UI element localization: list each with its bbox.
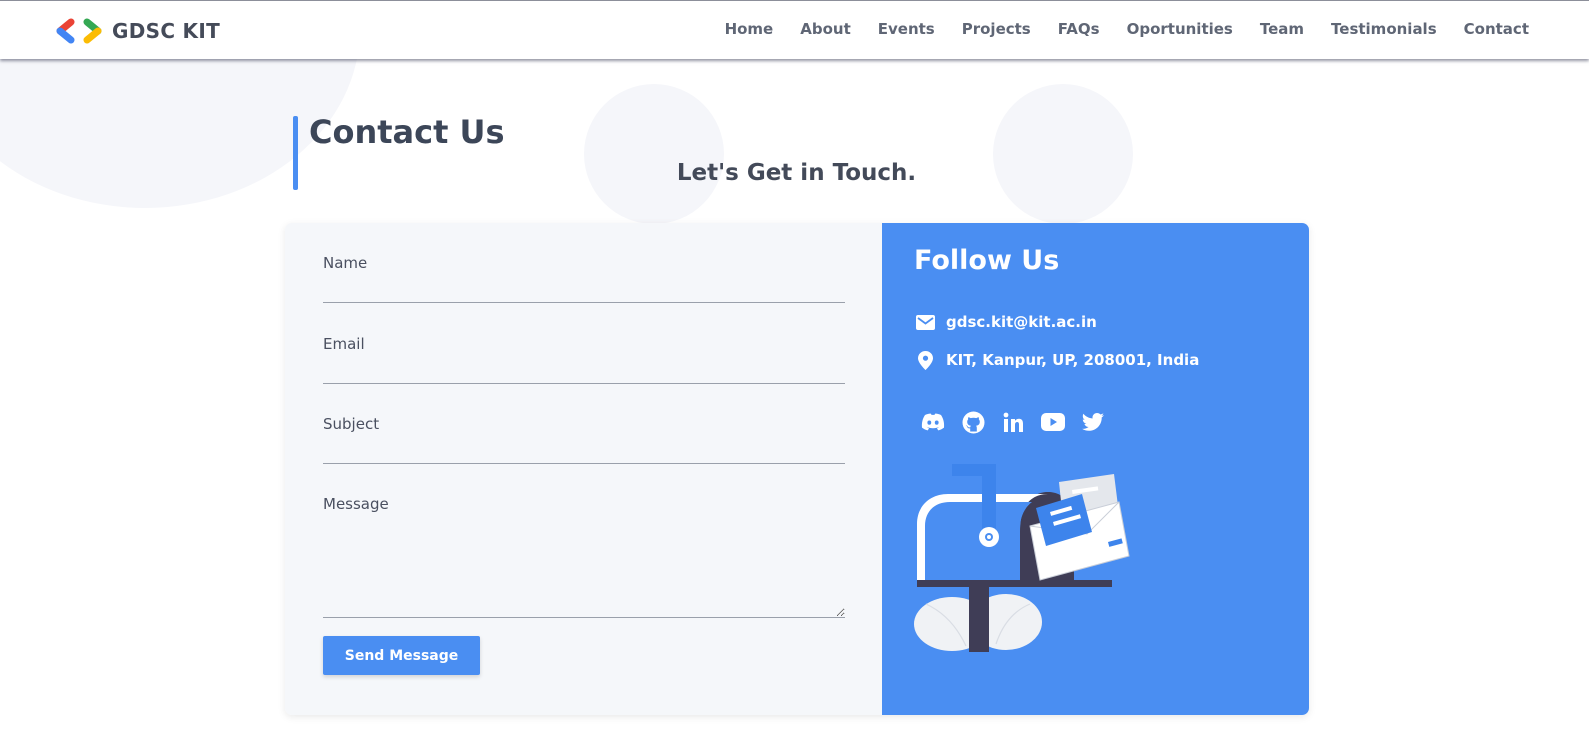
site-logo[interactable]: GDSC KIT: [55, 18, 220, 44]
location-pin-icon: [914, 350, 936, 370]
mailbox-illustration: [914, 464, 1130, 652]
nav-opportunities[interactable]: Oportunities: [1127, 20, 1233, 38]
name-label: Name: [323, 254, 368, 272]
linkedin-icon[interactable]: [1000, 409, 1026, 435]
twitter-icon[interactable]: [1080, 409, 1106, 435]
contact-card: Name Email Subject Message Send Message …: [285, 223, 1309, 715]
main-nav: Home About Events Projects FAQs Oportuni…: [698, 20, 1529, 38]
email-label: Email: [323, 335, 365, 353]
nav-team[interactable]: Team: [1260, 20, 1304, 38]
email-input[interactable]: [323, 360, 845, 384]
nav-events[interactable]: Events: [878, 20, 935, 38]
logo-text: GDSC KIT: [112, 19, 221, 43]
youtube-icon[interactable]: [1040, 409, 1066, 435]
follow-us-panel: Follow Us gdsc.kit@kit.ac.in KIT, Kanpur…: [882, 223, 1309, 715]
subject-field: Subject: [323, 415, 845, 464]
gdsc-logo-icon: [56, 18, 102, 44]
contact-address: KIT, Kanpur, UP, 208001, India: [914, 350, 1199, 370]
mail-icon: [914, 312, 936, 332]
social-links: [920, 409, 1120, 435]
subject-input[interactable]: [323, 440, 845, 464]
nav-faqs[interactable]: FAQs: [1058, 20, 1100, 38]
contact-address-text: KIT, Kanpur, UP, 208001, India: [946, 351, 1200, 369]
message-label: Message: [323, 495, 389, 513]
github-icon[interactable]: [960, 409, 986, 435]
background-circle: [584, 84, 724, 224]
title-accent-bar: [293, 116, 298, 190]
email-field: Email: [323, 335, 845, 384]
name-field: Name: [323, 254, 845, 303]
message-field: Message: [323, 495, 845, 618]
discord-icon[interactable]: [920, 409, 946, 435]
nav-contact[interactable]: Contact: [1464, 20, 1529, 38]
subject-label: Subject: [323, 415, 380, 433]
name-input[interactable]: [323, 279, 845, 303]
contact-email-text: gdsc.kit@kit.ac.in: [946, 313, 1097, 331]
send-message-button[interactable]: Send Message: [323, 636, 480, 675]
background-circle: [993, 84, 1133, 224]
follow-us-title: Follow Us: [914, 245, 1060, 276]
contact-form: Name Email Subject Message Send Message: [285, 223, 882, 715]
nav-home[interactable]: Home: [725, 20, 774, 38]
contact-email: gdsc.kit@kit.ac.in: [914, 312, 1097, 332]
nav-about[interactable]: About: [800, 20, 851, 38]
page-subtitle: Let's Get in Touch.: [676, 160, 917, 186]
nav-projects[interactable]: Projects: [962, 20, 1031, 38]
message-textarea[interactable]: [323, 519, 845, 618]
nav-testimonials[interactable]: Testimonials: [1331, 20, 1437, 38]
site-header: GDSC KIT Home About Events Projects FAQs…: [0, 0, 1589, 59]
page-title: Contact Us: [309, 113, 505, 151]
